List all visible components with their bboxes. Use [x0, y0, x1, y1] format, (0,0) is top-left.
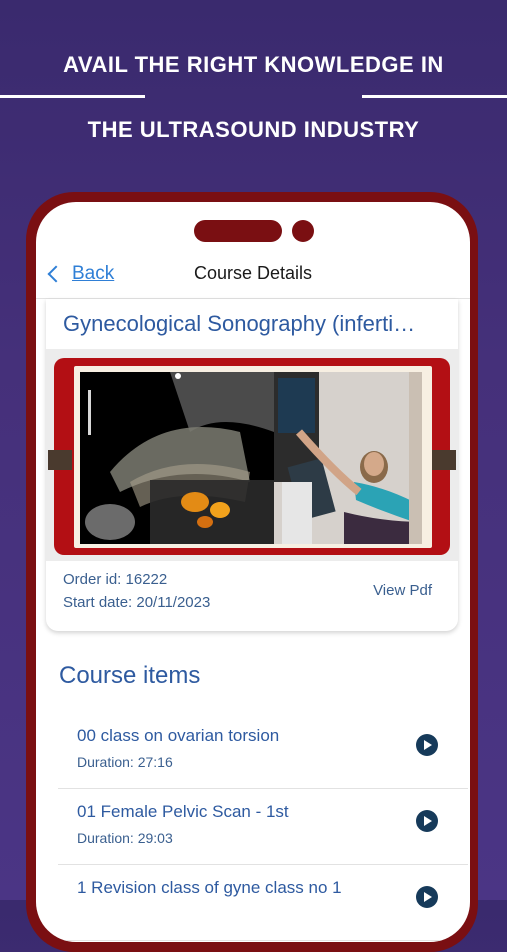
order-id: Order id: 16222	[63, 571, 168, 588]
banner-inner	[74, 366, 432, 548]
headline-rule-left	[0, 95, 145, 98]
course-title: Gynecological Sonography (inferti…	[63, 311, 416, 336]
course-items-heading: Course items	[59, 662, 201, 689]
ultrasound-scan-image	[80, 372, 274, 544]
banner-tab-left	[48, 450, 72, 470]
course-item-duration: Duration: 29:03	[77, 830, 173, 846]
course-item-title: 00 class on ovarian torsion	[77, 726, 280, 745]
course-item-title: 01 Female Pelvic Scan - 1st	[77, 802, 289, 821]
phone-screen: Back Course Details Gynecological Sonogr…	[36, 202, 470, 942]
ultrasound-exam-photo	[274, 372, 422, 544]
course-card: Gynecological Sonography (inferti… Order…	[46, 299, 458, 631]
phone-notch-pill	[194, 220, 282, 242]
view-pdf-link[interactable]: View Pdf	[373, 582, 432, 599]
headline-line-1: AVAIL THE RIGHT KNOWLEDGE IN	[63, 52, 444, 77]
page-title: Course Details	[193, 263, 313, 283]
course-item[interactable]: 00 class on ovarian torsion Duration: 27…	[58, 712, 468, 789]
headline-line-2: THE ULTRASOUND INDUSTRY	[87, 117, 420, 142]
banner-tab-right	[432, 450, 456, 470]
banner-frame	[48, 358, 456, 555]
course-item[interactable]: 1 Revision class of gyne class no 1	[58, 864, 468, 941]
start-date: Start date: 20/11/2023	[63, 594, 211, 611]
course-banner	[46, 349, 458, 561]
play-icon[interactable]	[416, 810, 438, 832]
headline-rule-right	[362, 95, 507, 98]
course-item-duration: Duration: 27:16	[77, 754, 173, 770]
play-icon[interactable]	[416, 734, 438, 756]
play-icon[interactable]	[416, 886, 438, 908]
course-item[interactable]: 01 Female Pelvic Scan - 1st Duration: 29…	[58, 788, 468, 865]
phone-camera-dot	[292, 220, 314, 242]
course-item-title: 1 Revision class of gyne class no 1	[77, 878, 342, 897]
